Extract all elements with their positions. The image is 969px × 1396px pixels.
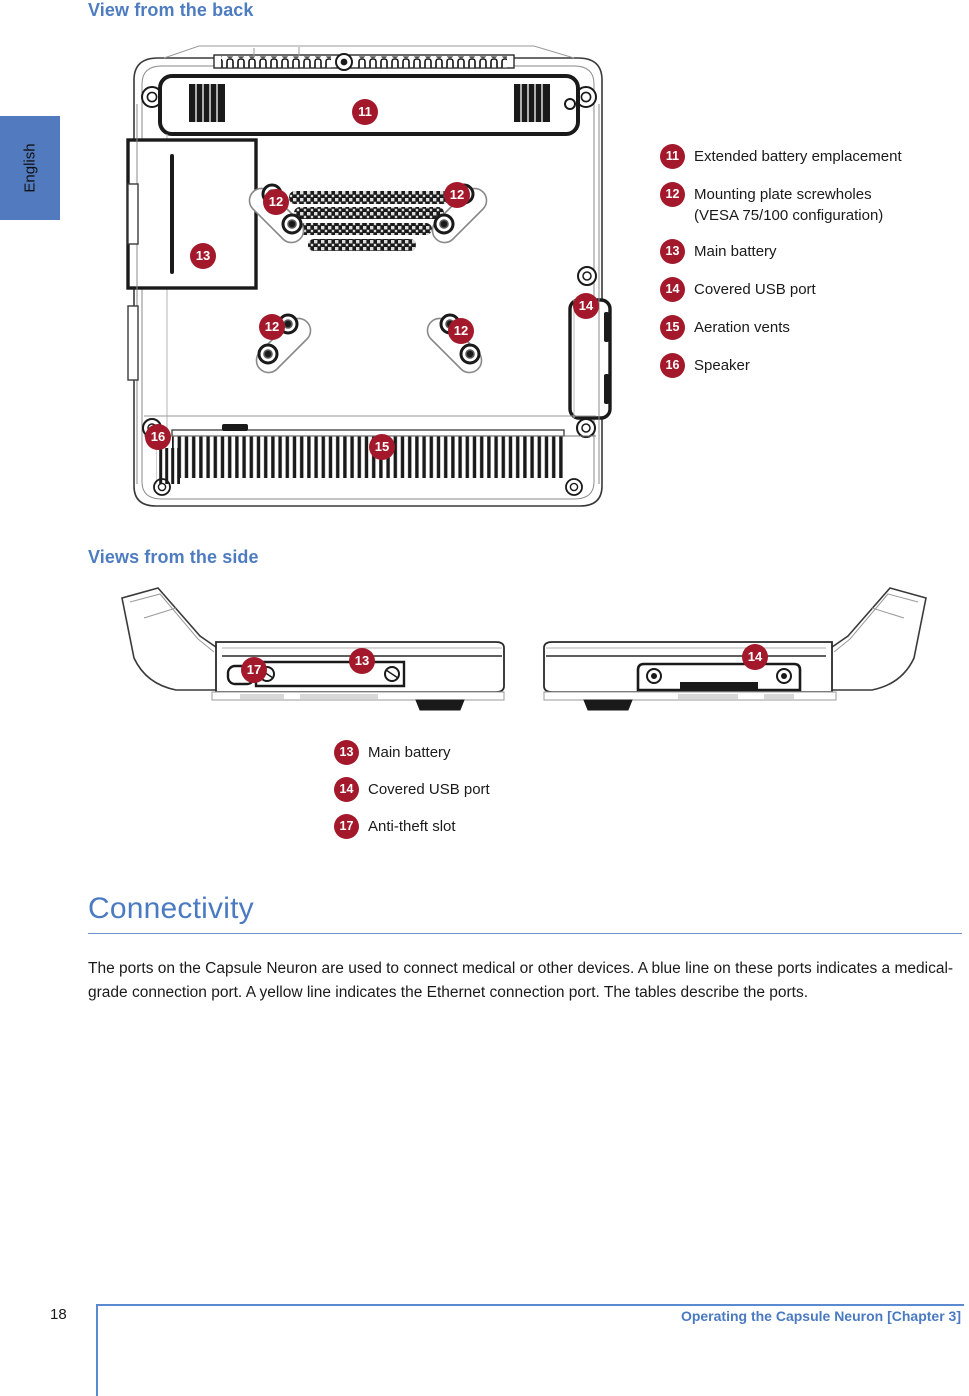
legend-label-16: Speaker — [694, 353, 750, 376]
callout-14-side: 14 — [742, 644, 768, 670]
legend-item: 14 Covered USB port — [334, 777, 634, 802]
callout-17: 17 — [241, 657, 267, 683]
legend-label-15-main: Aeration vents — [694, 319, 790, 336]
legend-label-14-side: Covered USB port — [368, 781, 490, 798]
legend-item: 17 Anti-theft slot — [334, 814, 634, 839]
legend-badge-17-side: 17 — [334, 814, 359, 839]
diagram-side-view-left — [121, 587, 505, 711]
callout-16: 16 — [145, 424, 171, 450]
legend-badge-14: 14 — [660, 277, 685, 302]
legend-label-14: Covered USB port — [694, 277, 816, 300]
legend-label-11-main: Extended battery emplacement — [694, 148, 902, 165]
language-tab-label: English — [21, 143, 39, 193]
legend-badge-13: 13 — [660, 239, 685, 264]
side-right-base — [543, 691, 837, 711]
language-tab: English — [0, 116, 60, 220]
legend-item: 14 Covered USB port — [660, 277, 960, 302]
footer-vertical-rule — [96, 1304, 98, 1396]
legend-label-14-main: Covered USB port — [694, 281, 816, 298]
legend-label-11: Extended battery emplacement — [694, 144, 902, 167]
callout-12-c: 12 — [259, 314, 285, 340]
callout-15: 15 — [369, 434, 395, 460]
legend-badge-11: 11 — [660, 144, 685, 169]
footer-chapter-title: Operating the Capsule Neuron [Chapter 3] — [680, 1308, 961, 1324]
side-left-battery-hatch — [254, 660, 406, 688]
callout-13: 13 — [190, 243, 216, 269]
page-number: 18 — [50, 1306, 67, 1323]
legend-label-13-main: Main battery — [694, 243, 777, 260]
callout-11: 11 — [352, 99, 378, 125]
legend-badge-13-side: 13 — [334, 740, 359, 765]
legend-item: 15 Aeration vents — [660, 315, 960, 340]
legend-badge-12: 12 — [660, 182, 685, 207]
legend-item: 12 Mounting plate screwholes (VESA 75/10… — [660, 182, 960, 226]
heading-connectivity-rule — [88, 933, 962, 934]
callout-13-side: 13 — [349, 648, 375, 674]
legend-badge-15: 15 — [660, 315, 685, 340]
diagram-side-view-right — [543, 587, 927, 711]
legend-label-12-main: Mounting plate screwholes — [694, 186, 872, 203]
legend-label-17-side: Anti-theft slot — [368, 818, 456, 835]
heading-view-from-the-back: View from the back — [88, 0, 254, 20]
legend-label-12-sub: (VESA 75/100 configuration) — [694, 207, 884, 224]
legend-badge-14-side: 14 — [334, 777, 359, 802]
legend-label-15: Aeration vents — [694, 315, 790, 338]
legend-label-16-main: Speaker — [694, 357, 750, 374]
legend-item: 13 Main battery — [334, 740, 634, 765]
callout-12-d: 12 — [448, 318, 474, 344]
connectivity-paragraph: The ports on the Capsule Neuron are used… — [88, 960, 954, 1001]
legend-label-12: Mounting plate screwholes (VESA 75/100 c… — [694, 182, 883, 226]
legend-back-view: 11 Extended battery emplacement 12 Mount… — [660, 144, 960, 391]
side-left-base — [211, 691, 505, 711]
legend-item: 11 Extended battery emplacement — [660, 144, 960, 169]
callout-12-a: 12 — [263, 189, 289, 215]
legend-label-13: Main battery — [694, 239, 777, 262]
legend-item: 13 Main battery — [660, 239, 960, 264]
legend-side-views: 13 Main battery 14 Covered USB port 17 A… — [334, 740, 634, 851]
callout-12-b: 12 — [444, 182, 470, 208]
main-battery-compartment — [126, 138, 258, 290]
heading-views-from-the-side: Views from the side — [88, 547, 259, 567]
heading-connectivity: Connectivity — [88, 892, 254, 925]
callout-14: 14 — [573, 293, 599, 319]
legend-badge-16: 16 — [660, 353, 685, 378]
side-right-usb-cover — [636, 662, 802, 692]
legend-label-13-side: Main battery — [368, 744, 451, 761]
top-edge-vent-strip — [163, 45, 575, 71]
speaker-grille — [156, 448, 180, 484]
footer-horizontal-rule — [96, 1304, 964, 1306]
legend-item: 16 Speaker — [660, 353, 960, 378]
